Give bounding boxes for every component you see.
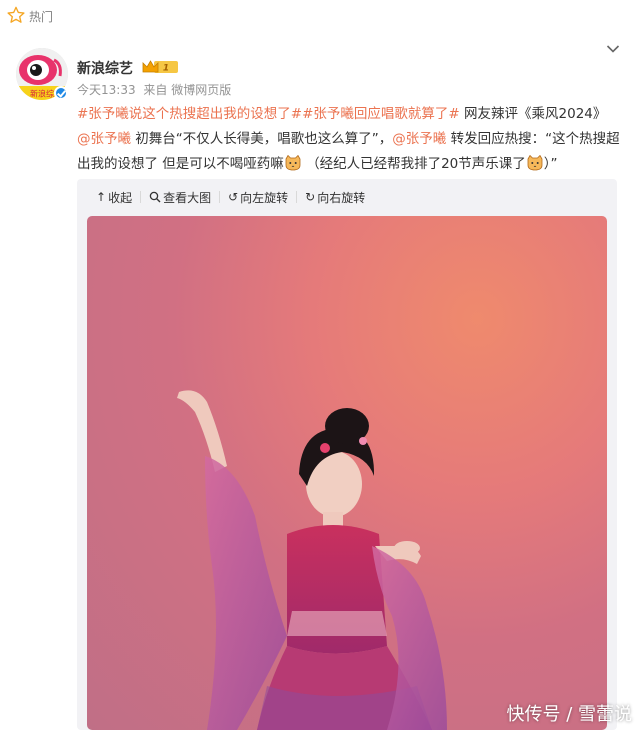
rotate-right-button[interactable]: ↻ 向右旋转 bbox=[305, 189, 365, 206]
arrow-up-icon: ↑ bbox=[96, 190, 107, 204]
body-text: 初舞台“不仅人长得美，唱歌也这么算了”， bbox=[131, 131, 393, 147]
source-label: 微博网页版 bbox=[171, 83, 232, 97]
post-body: #张予曦说这个热搜超出我的设想了##张予曦回应唱歌就算了# 网友辣评《乘风202… bbox=[77, 102, 625, 177]
body-text: 网友辣评《乘风2024》 bbox=[459, 106, 607, 122]
chevron-down-icon[interactable] bbox=[606, 44, 620, 54]
timestamp[interactable]: 今天13:33 bbox=[77, 83, 136, 97]
rotate-left-button[interactable]: ↺ 向左旋转 bbox=[228, 189, 288, 206]
topic-link[interactable]: #张予曦回应唱歌就算了# bbox=[302, 106, 460, 122]
view-large-label: 查看大图 bbox=[163, 190, 212, 205]
collapse-label: 收起 bbox=[108, 190, 133, 205]
watermark: 快传号 / 雪蕾说 bbox=[506, 704, 632, 725]
star-icon[interactable] bbox=[7, 6, 25, 24]
rotate-right-icon: ↻ bbox=[305, 190, 316, 204]
svg-text:1: 1 bbox=[163, 64, 169, 74]
rotate-right-label: 向右旋转 bbox=[317, 190, 366, 205]
hot-label: 热门 bbox=[29, 10, 54, 24]
media-toolbar: ↑ 收起 查看大图 ↺ 向左旋转 ↻ 向右旋转 bbox=[77, 179, 617, 215]
dancer-illustration bbox=[177, 390, 447, 730]
rotate-left-label: 向左旋转 bbox=[240, 190, 289, 205]
collapse-button[interactable]: ↑ 收起 bbox=[96, 189, 132, 206]
mention-link[interactable]: @张予曦 bbox=[392, 131, 446, 147]
view-large-button[interactable]: 查看大图 bbox=[149, 189, 211, 206]
magnifier-icon bbox=[149, 191, 161, 203]
cat-emoji-icon bbox=[285, 154, 301, 171]
member-crown-icon[interactable]: 1 bbox=[141, 59, 179, 75]
body-text: （经纪人已经帮我排了20节声乐课了 bbox=[301, 156, 526, 172]
divider bbox=[296, 191, 298, 203]
cat-emoji-icon bbox=[527, 154, 543, 171]
from-label: 来自 bbox=[143, 83, 168, 97]
body-text: ）” bbox=[543, 156, 558, 172]
verified-badge-icon bbox=[54, 86, 68, 100]
svg-text:新浪综: 新浪综 bbox=[30, 89, 54, 99]
post-meta: 今天13:33 来自 微博网页版 bbox=[77, 81, 231, 98]
hot-header: 热门 bbox=[0, 0, 636, 34]
post-photo[interactable] bbox=[87, 216, 607, 730]
media-viewer: ↑ 收起 查看大图 ↺ 向左旋转 ↻ 向右旋转 bbox=[77, 179, 617, 730]
divider bbox=[219, 191, 221, 203]
topic-link[interactable]: #张予曦说这个热搜超出我的设想了# bbox=[77, 106, 302, 122]
divider bbox=[140, 191, 142, 203]
mention-link[interactable]: @张予曦 bbox=[77, 131, 131, 147]
rotate-left-icon: ↺ bbox=[228, 190, 239, 204]
username[interactable]: 新浪综艺 bbox=[77, 58, 133, 78]
